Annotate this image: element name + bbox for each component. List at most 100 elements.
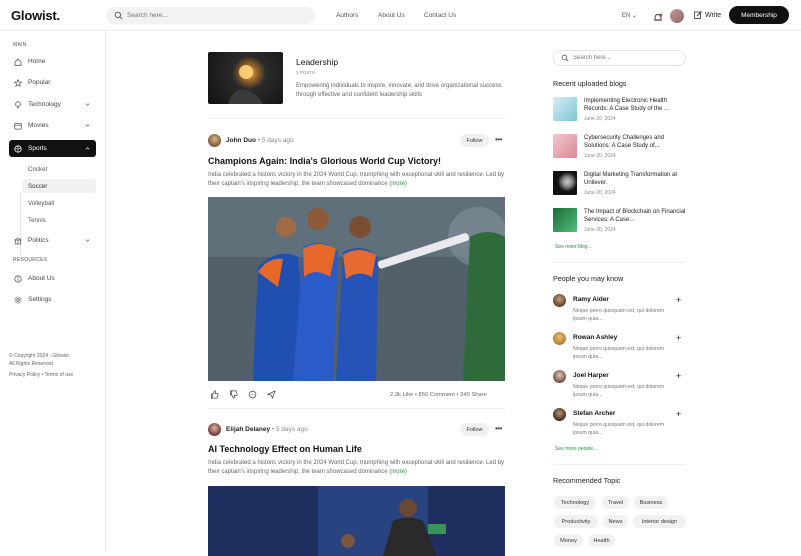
sidebar-item-label: Home — [28, 58, 46, 65]
blog-item[interactable]: Digital Marketing Transformation at Unil… — [553, 171, 688, 199]
write-button[interactable]: Write — [694, 11, 721, 19]
logo[interactable]: Glowist. — [11, 8, 60, 23]
rights-text: All Rights Reserved — [9, 360, 53, 367]
blog-title: Digital Marketing Transformation at Unil… — [584, 172, 678, 187]
category-image — [208, 52, 283, 104]
recommended-topic-heading: Recommended Topic — [553, 476, 621, 485]
nav-contact-us[interactable]: Contact Us — [424, 12, 456, 19]
person-avatar — [553, 294, 566, 307]
notification-bell[interactable] — [653, 10, 663, 28]
add-person-icon[interactable]: + — [676, 333, 681, 343]
sidebar-item-politics[interactable]: Politics — [9, 233, 96, 248]
like-icon[interactable] — [210, 390, 219, 399]
follow-button[interactable]: Follow — [460, 423, 489, 436]
post-excerpt: India celebrated a historic victory in t… — [208, 459, 505, 477]
sidebar-footer: © Copyright 2024 - Glowist. All Rights R… — [9, 353, 73, 380]
ball-icon — [14, 144, 22, 153]
blog-date: June 20, 2024 — [584, 116, 616, 122]
post-author[interactable]: Elijah Delaney • 5 days ago — [226, 426, 308, 433]
nav-authors[interactable]: Authors — [336, 12, 358, 19]
copyright-text: © Copyright 2024 - Glowist. — [9, 353, 71, 359]
see-more-people-link[interactable]: See more people... — [555, 446, 597, 452]
author-avatar[interactable] — [208, 134, 221, 147]
top-bar: Glowist. Authors About Us Contact Us EN … — [0, 0, 801, 31]
author-avatar[interactable] — [208, 423, 221, 436]
topic-tag[interactable]: Business — [634, 496, 668, 509]
divider — [553, 464, 686, 465]
blog-date: June 20, 2024 — [584, 190, 616, 196]
add-person-icon[interactable]: + — [676, 295, 681, 305]
person-card[interactable]: Stefan Archer Neque porro quisquam est, … — [553, 408, 688, 442]
blog-title: The Impact of Blockchain on Financial Se… — [584, 209, 686, 224]
sidebar-item-label: Politics — [28, 237, 49, 244]
info-icon — [14, 274, 22, 283]
search-input[interactable] — [127, 12, 297, 19]
person-card[interactable]: Joel Harper Neque porro quisquam est, qu… — [553, 370, 688, 404]
sidebar-subitem-soccer[interactable]: Soccer — [22, 179, 96, 193]
sidebar-item-technology[interactable]: Technology — [9, 97, 96, 112]
person-avatar — [553, 332, 566, 345]
nav-about-us[interactable]: About Us — [378, 12, 405, 19]
post-author[interactable]: John Duo • 5 days ago — [226, 137, 294, 144]
blog-item[interactable]: Cybersecurity Challenges and Solutions: … — [553, 134, 688, 162]
person-name: Joel Harper — [573, 372, 609, 379]
person-card[interactable]: Ramy Aider Neque porro quisquam est, qui… — [553, 294, 688, 328]
resources-section-label: RESOURCES — [13, 257, 48, 263]
bulb-icon — [14, 100, 22, 109]
divider — [208, 408, 505, 409]
topic-tag[interactable]: Health — [588, 534, 615, 547]
person-avatar — [553, 408, 566, 421]
author-name: John Duo — [226, 137, 256, 144]
language-selector[interactable]: EN ⌄ — [622, 12, 637, 19]
sidebar-item-settings[interactable]: Settings — [9, 292, 96, 307]
search-bar[interactable] — [106, 7, 315, 24]
person-card[interactable]: Rowan Ashley Neque porro quisquam est, q… — [553, 332, 688, 366]
topic-tag[interactable]: Travel — [602, 496, 629, 509]
sidebar-item-about-us[interactable]: About Us — [9, 271, 96, 286]
more-options-icon[interactable]: ••• — [495, 135, 502, 144]
sidebar-item-sports[interactable]: Sports — [9, 140, 96, 157]
sidebar-subitem-tennis[interactable]: Tennis — [22, 213, 96, 227]
follow-button[interactable]: Follow — [460, 134, 489, 147]
more-options-icon[interactable]: ••• — [495, 424, 502, 433]
right-search-input[interactable] — [573, 55, 673, 61]
post-image[interactable] — [208, 486, 505, 556]
sidebar-subitem-cricket[interactable]: Cricket — [22, 162, 96, 176]
topic-tag[interactable]: Productivity — [554, 515, 598, 528]
post-title[interactable]: Champions Again: India's Glorious World … — [208, 156, 441, 166]
sidebar-item-home[interactable]: Home — [9, 54, 96, 69]
sidebar-item-popular[interactable]: Popular — [9, 75, 96, 90]
read-more-link[interactable]: (more) — [389, 181, 407, 187]
see-more-blog-link[interactable]: See more blog... — [555, 244, 592, 250]
blog-title: Implementing Electronic Health Records: … — [584, 98, 670, 113]
right-search-bar[interactable] — [553, 50, 686, 66]
post-actions — [210, 390, 276, 399]
footer-links[interactable]: Privacy Policy • Terms of use — [9, 372, 73, 380]
share-icon[interactable] — [267, 390, 276, 399]
topic-tag[interactable]: Money — [554, 534, 583, 547]
user-avatar[interactable] — [670, 9, 684, 23]
blog-item[interactable]: The Impact of Blockchain on Financial Se… — [553, 208, 688, 236]
post-title[interactable]: AI Technology Effect on Human Life — [208, 444, 362, 454]
right-column: Recent uploaded blogs Implementing Elect… — [538, 31, 801, 552]
post-stats: 2.3k Like • 850 Comment • 240 Share — [390, 392, 487, 398]
chevron-up-icon — [85, 147, 90, 150]
read-more-link[interactable]: (more) — [389, 469, 407, 475]
topic-tag[interactable]: News — [603, 515, 628, 528]
post-image[interactable] — [208, 197, 505, 381]
topic-tag[interactable]: Technology — [554, 496, 596, 509]
sidebar-item-movies[interactable]: Movies — [9, 118, 96, 133]
dislike-icon[interactable] — [229, 390, 238, 399]
blog-item[interactable]: Implementing Electronic Health Records: … — [553, 97, 688, 125]
person-name: Rowan Ashley — [573, 334, 618, 341]
add-person-icon[interactable]: + — [676, 371, 681, 381]
chevron-down-icon — [85, 124, 90, 127]
comment-icon[interactable] — [248, 390, 257, 399]
add-person-icon[interactable]: + — [676, 409, 681, 419]
topic-tag[interactable]: Interior design — [633, 515, 686, 528]
blog-thumbnail — [553, 134, 577, 158]
sidebar-subitem-volleyball[interactable]: Volleyball — [22, 196, 96, 210]
write-label: Write — [705, 11, 722, 19]
chevron-down-icon: ⌄ — [632, 13, 638, 19]
membership-button[interactable]: Membership — [729, 6, 789, 24]
